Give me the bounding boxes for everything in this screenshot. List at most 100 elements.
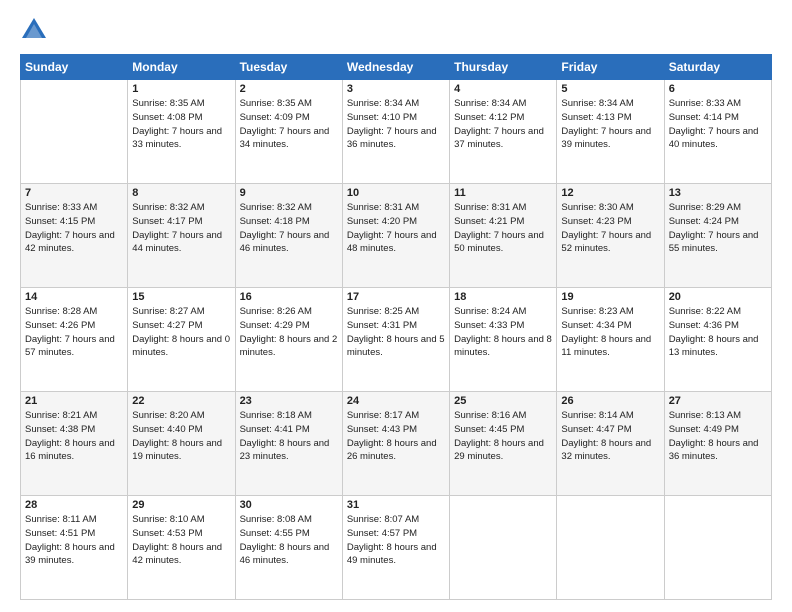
day-number: 28 (25, 499, 123, 511)
day-number: 10 (347, 187, 445, 199)
calendar-cell: 11Sunrise: 8:31 AMSunset: 4:21 PMDayligh… (450, 184, 557, 288)
calendar-cell: 12 Sunrise: 8:30 AMSunset: 4:23 PMDayligh… (557, 184, 664, 288)
day-number: 2 (240, 83, 338, 95)
header-row: SundayMondayTuesdayWednesdayThursdayFrid… (21, 55, 772, 80)
day-number: 9 (240, 187, 338, 199)
day-info: Sunrise: 8:16 AMSunset: 4:45 PMDaylight:… (454, 409, 552, 464)
day-number: 7 (25, 187, 123, 199)
calendar-cell (450, 496, 557, 600)
calendar-cell: 16 Sunrise: 8:26 AMSunset: 4:29 PMDayligh… (235, 288, 342, 392)
day-header: Thursday (450, 55, 557, 80)
day-number: 17 (347, 291, 445, 303)
day-number: 6 (669, 83, 767, 95)
calendar-cell: 17 Sunrise: 8:25 AMSunset: 4:31 PMDayligh… (342, 288, 449, 392)
day-number: 25 (454, 395, 552, 407)
day-number: 13 (669, 187, 767, 199)
day-number: 12 (561, 187, 659, 199)
day-info: Sunrise: 8:11 AMSunset: 4:51 PMDaylight:… (25, 513, 123, 568)
day-info: Sunrise: 8:23 AMSunset: 4:34 PMDaylight:… (561, 305, 659, 360)
day-info: Sunrise: 8:32 AMSunset: 4:17 PMDaylight:… (132, 201, 230, 256)
calendar-week-row: 14 Sunrise: 8:28 AMSunset: 4:26 PMDayligh… (21, 288, 772, 392)
day-info: Sunrise: 8:31 AMSunset: 4:21 PMDaylight:… (454, 201, 552, 256)
calendar-cell: 3 Sunrise: 8:34 AMSunset: 4:10 PMDaylight… (342, 80, 449, 184)
calendar-cell: 24 Sunrise: 8:17 AMSunset: 4:43 PMDayligh… (342, 392, 449, 496)
calendar-cell: 10 Sunrise: 8:31 AMSunset: 4:20 PMDayligh… (342, 184, 449, 288)
calendar-cell: 29Sunrise: 8:10 AMSunset: 4:53 PMDayligh… (128, 496, 235, 600)
day-info: Sunrise: 8:27 AMSunset: 4:27 PMDaylight:… (132, 305, 230, 360)
day-info: Sunrise: 8:18 AMSunset: 4:41 PMDaylight:… (240, 409, 338, 464)
day-info: Sunrise: 8:35 AMSunset: 4:09 PMDaylight:… (240, 97, 338, 152)
day-info: Sunrise: 8:28 AMSunset: 4:26 PMDaylight:… (25, 305, 123, 360)
calendar-cell: 28 Sunrise: 8:11 AMSunset: 4:51 PMDayligh… (21, 496, 128, 600)
day-number: 4 (454, 83, 552, 95)
calendar-cell (557, 496, 664, 600)
day-header: Sunday (21, 55, 128, 80)
calendar-cell: 25 Sunrise: 8:16 AMSunset: 4:45 PMDayligh… (450, 392, 557, 496)
day-number: 27 (669, 395, 767, 407)
day-info: Sunrise: 8:10 AMSunset: 4:53 PMDaylight:… (132, 513, 230, 568)
calendar-cell: 15Sunrise: 8:27 AMSunset: 4:27 PMDayligh… (128, 288, 235, 392)
calendar-cell: 8 Sunrise: 8:32 AMSunset: 4:17 PMDaylight… (128, 184, 235, 288)
day-info: Sunrise: 8:14 AMSunset: 4:47 PMDaylight:… (561, 409, 659, 464)
calendar-week-row: 28 Sunrise: 8:11 AMSunset: 4:51 PMDayligh… (21, 496, 772, 600)
day-number: 30 (240, 499, 338, 511)
calendar-cell: 14 Sunrise: 8:28 AMSunset: 4:26 PMDayligh… (21, 288, 128, 392)
calendar-cell: 4 Sunrise: 8:34 AMSunset: 4:12 PMDaylight… (450, 80, 557, 184)
day-info: Sunrise: 8:32 AMSunset: 4:18 PMDaylight:… (240, 201, 338, 256)
day-number: 3 (347, 83, 445, 95)
day-number: 24 (347, 395, 445, 407)
calendar-week-row: 1 Sunrise: 8:35 AMSunset: 4:08 PMDaylight… (21, 80, 772, 184)
day-number: 22 (132, 395, 230, 407)
calendar-cell: 30 Sunrise: 8:08 AMSunset: 4:55 PMDayligh… (235, 496, 342, 600)
calendar-cell: 6 Sunrise: 8:33 AMSunset: 4:14 PMDaylight… (664, 80, 771, 184)
calendar-cell: 22Sunrise: 8:20 AMSunset: 4:40 PMDayligh… (128, 392, 235, 496)
day-number: 20 (669, 291, 767, 303)
day-info: Sunrise: 8:25 AMSunset: 4:31 PMDaylight:… (347, 305, 445, 360)
day-info: Sunrise: 8:21 AMSunset: 4:38 PMDaylight:… (25, 409, 123, 464)
header (20, 16, 772, 44)
calendar-table: SundayMondayTuesdayWednesdayThursdayFrid… (20, 54, 772, 600)
calendar-cell: 26 Sunrise: 8:14 AMSunset: 4:47 PMDayligh… (557, 392, 664, 496)
calendar-cell (21, 80, 128, 184)
day-info: Sunrise: 8:29 AMSunset: 4:24 PMDaylight:… (669, 201, 767, 256)
day-number: 16 (240, 291, 338, 303)
calendar-cell: 9 Sunrise: 8:32 AMSunset: 4:18 PMDaylight… (235, 184, 342, 288)
day-number: 21 (25, 395, 123, 407)
day-header: Tuesday (235, 55, 342, 80)
day-number: 23 (240, 395, 338, 407)
calendar-cell: 18Sunrise: 8:24 AMSunset: 4:33 PMDayligh… (450, 288, 557, 392)
calendar-cell: 23 Sunrise: 8:18 AMSunset: 4:41 PMDayligh… (235, 392, 342, 496)
day-info: Sunrise: 8:13 AMSunset: 4:49 PMDaylight:… (669, 409, 767, 464)
calendar-cell: 19Sunrise: 8:23 AMSunset: 4:34 PMDayligh… (557, 288, 664, 392)
calendar-cell: 5 Sunrise: 8:34 AMSunset: 4:13 PMDaylight… (557, 80, 664, 184)
day-info: Sunrise: 8:08 AMSunset: 4:55 PMDaylight:… (240, 513, 338, 568)
day-number: 8 (132, 187, 230, 199)
day-info: Sunrise: 8:30 AMSunset: 4:23 PMDaylight:… (561, 201, 659, 256)
page: SundayMondayTuesdayWednesdayThursdayFrid… (0, 0, 792, 612)
calendar-cell (664, 496, 771, 600)
day-number: 5 (561, 83, 659, 95)
calendar-cell: 1 Sunrise: 8:35 AMSunset: 4:08 PMDaylight… (128, 80, 235, 184)
day-header: Monday (128, 55, 235, 80)
day-number: 26 (561, 395, 659, 407)
day-info: Sunrise: 8:35 AMSunset: 4:08 PMDaylight:… (132, 97, 230, 152)
calendar-cell: 31Sunrise: 8:07 AMSunset: 4:57 PMDayligh… (342, 496, 449, 600)
day-header: Friday (557, 55, 664, 80)
logo-icon (20, 16, 48, 44)
day-info: Sunrise: 8:34 AMSunset: 4:10 PMDaylight:… (347, 97, 445, 152)
logo (20, 16, 52, 44)
calendar-week-row: 7 Sunrise: 8:33 AMSunset: 4:15 PMDaylight… (21, 184, 772, 288)
calendar-cell: 13 Sunrise: 8:29 AMSunset: 4:24 PMDayligh… (664, 184, 771, 288)
day-number: 14 (25, 291, 123, 303)
day-number: 1 (132, 83, 230, 95)
calendar-cell: 2 Sunrise: 8:35 AMSunset: 4:09 PMDaylight… (235, 80, 342, 184)
day-info: Sunrise: 8:31 AMSunset: 4:20 PMDaylight:… (347, 201, 445, 256)
day-number: 31 (347, 499, 445, 511)
calendar-cell: 7 Sunrise: 8:33 AMSunset: 4:15 PMDaylight… (21, 184, 128, 288)
day-info: Sunrise: 8:26 AMSunset: 4:29 PMDaylight:… (240, 305, 338, 360)
day-info: Sunrise: 8:34 AMSunset: 4:12 PMDaylight:… (454, 97, 552, 152)
day-info: Sunrise: 8:33 AMSunset: 4:14 PMDaylight:… (669, 97, 767, 152)
day-info: Sunrise: 8:33 AMSunset: 4:15 PMDaylight:… (25, 201, 123, 256)
day-info: Sunrise: 8:34 AMSunset: 4:13 PMDaylight:… (561, 97, 659, 152)
day-info: Sunrise: 8:17 AMSunset: 4:43 PMDaylight:… (347, 409, 445, 464)
